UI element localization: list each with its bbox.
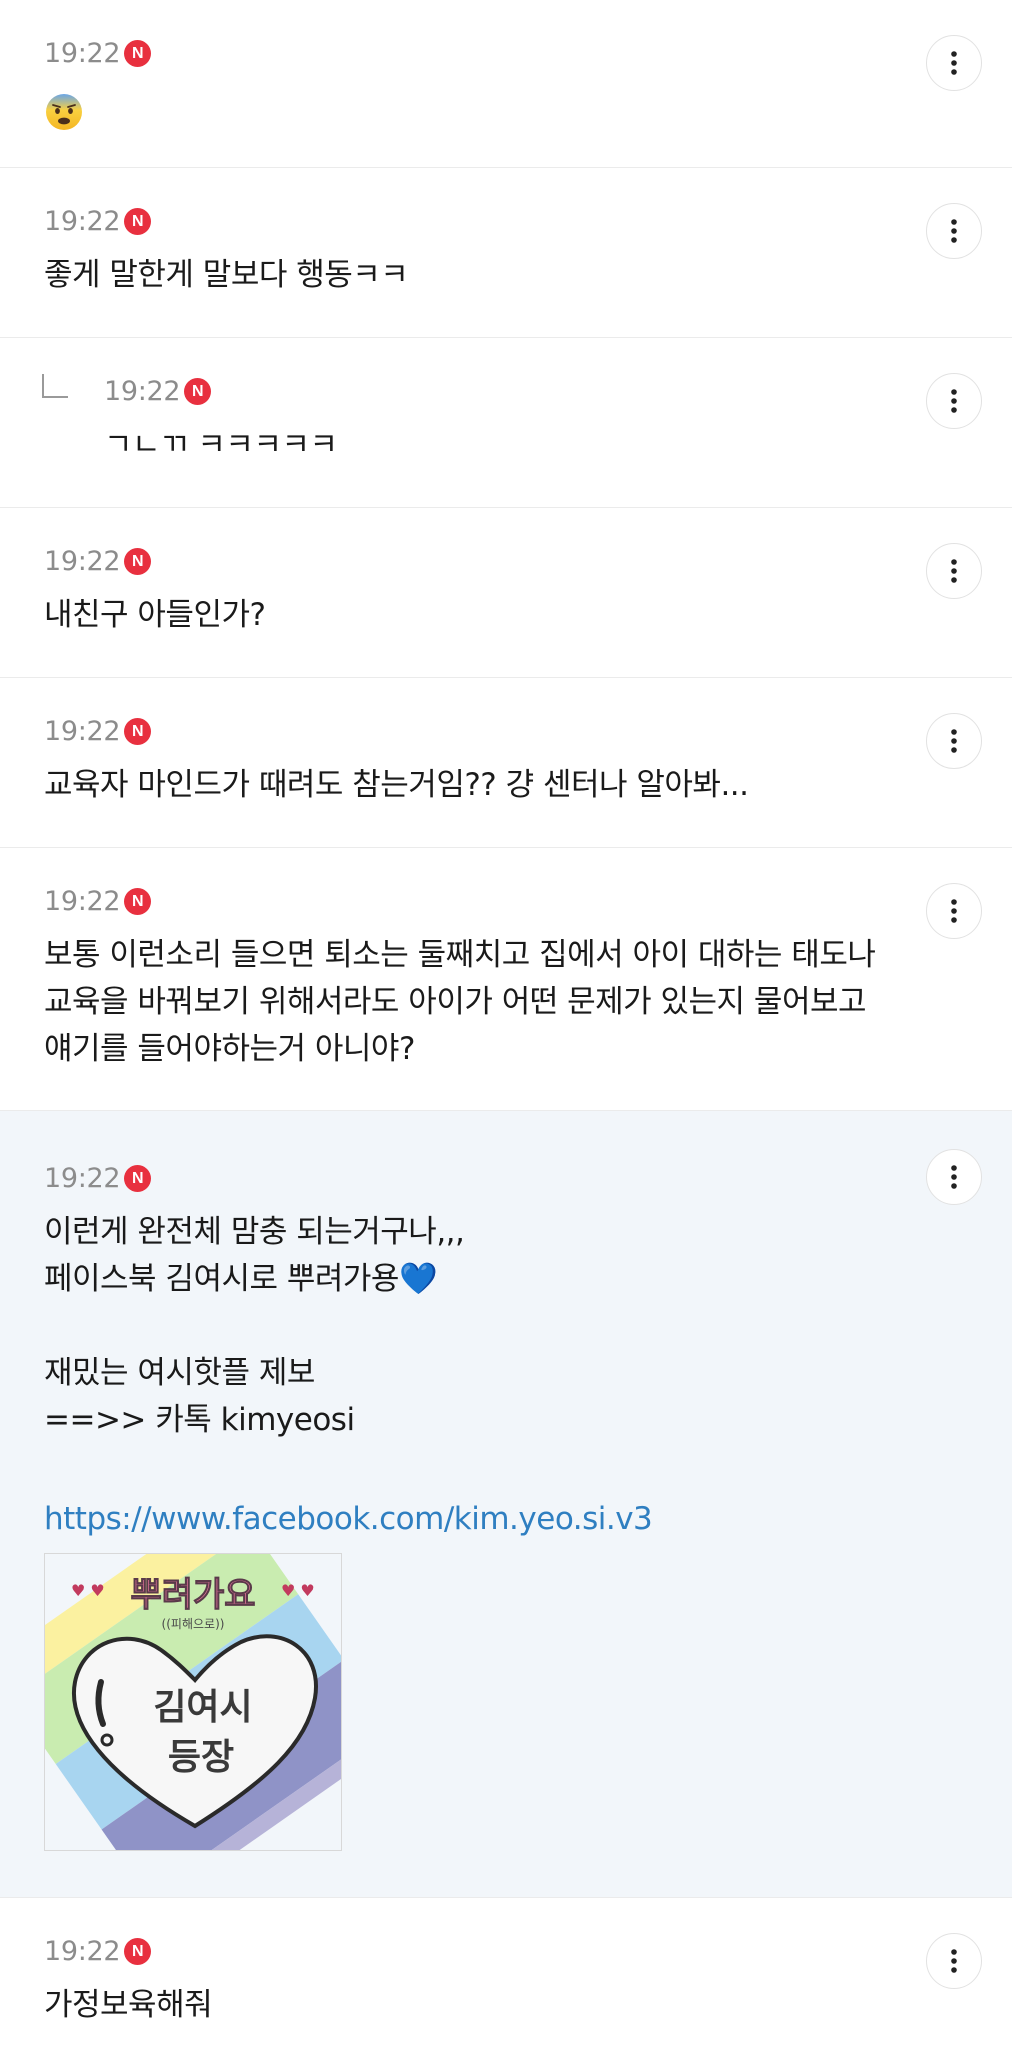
comment-time: 19:22 [104, 376, 181, 407]
comment-text: 이런게 완전체 맘충 되는거구나,,, 페이스북 김여시로 뿌려가용💙 재밌는 … [44, 1214, 465, 1438]
facebook-link[interactable]: https://www.facebook.com/kim.yeo.si.v3 [44, 1496, 653, 1543]
comment-text: 교육자 마인드가 때려도 참는거임?? 걍 센터나 알아봐... [44, 767, 749, 803]
new-badge-icon: N [124, 888, 152, 915]
comment-item: 19:22 N 교육자 마인드가 때려도 참는거임?? 걍 센터나 알아봐... [0, 678, 1012, 848]
comment-meta: 19:22 N [44, 546, 152, 577]
new-badge-icon: N [184, 378, 212, 405]
comment-meta: 19:22 N [44, 716, 152, 747]
sticker-line1: 김여시 [153, 1687, 252, 1728]
comment-text: 가정보육해줘 [44, 1987, 213, 2023]
comment-item: 19:22 N 😨 [0, 0, 1012, 168]
comment-time: 19:22 [44, 1936, 121, 1967]
more-options-button[interactable] [926, 1149, 982, 1205]
comment-item: 19:22 N 내친구 아들인가? [0, 508, 1012, 678]
comment-meta: 19:22 N [104, 376, 212, 407]
more-options-button[interactable] [926, 1933, 982, 1989]
comment-text: 내친구 아들인가? [44, 597, 266, 633]
more-options-button[interactable] [926, 35, 982, 91]
new-badge-icon: N [124, 1938, 152, 1965]
comment-meta: 19:22 N [44, 886, 152, 917]
more-vertical-icon [951, 559, 957, 583]
comment-time: 19:22 [44, 1163, 121, 1194]
reply-arrow-icon [42, 374, 68, 398]
comment-time: 19:22 [44, 206, 121, 237]
promo-comment-item: 19:22 N 이런게 완전체 맘충 되는거구나,,, 페이스북 김여시로 뿌려… [0, 1111, 1012, 1898]
comment-meta: 19:22 N [44, 1936, 152, 1967]
comment-time: 19:22 [44, 886, 121, 917]
more-options-button[interactable] [926, 203, 982, 259]
more-vertical-icon [951, 729, 957, 753]
comment-time: 19:22 [44, 38, 121, 69]
new-badge-icon: N [124, 1165, 152, 1192]
comment-time: 19:22 [44, 546, 121, 577]
fearful-face-emoji: 😨 [44, 92, 84, 136]
comment-item: 19:22 N 가정보육해줘 [0, 1898, 1012, 2058]
svg-text:♥ ♥: ♥ ♥ [281, 1581, 315, 1600]
comment-meta: 19:22 N [44, 1163, 152, 1194]
more-vertical-icon [951, 899, 957, 923]
new-badge-icon: N [124, 208, 152, 235]
sticker-image: 뿌려가요 ((피해으로)) ♥ ♥ ♥ ♥ 김여시 등장 [44, 1553, 342, 1851]
new-badge-icon: N [124, 718, 152, 745]
comment-item: 19:22 N 좋게 말한게 말보다 행동ㅋㅋ [0, 168, 1012, 338]
new-badge-icon: N [124, 548, 152, 575]
svg-text:♥ ♥: ♥ ♥ [71, 1581, 105, 1600]
new-badge-icon: N [124, 40, 152, 67]
comment-time: 19:22 [44, 716, 121, 747]
comment-text: 좋게 말한게 말보다 행동ㅋㅋ [44, 257, 409, 293]
sticker-title: 뿌려가요 [130, 1575, 255, 1615]
sticker-line2: 등장 [168, 1737, 234, 1778]
more-vertical-icon [951, 389, 957, 413]
more-vertical-icon [951, 219, 957, 243]
comment-item: 19:22 N 보통 이런소리 들으면 퇴소는 둘째치고 집에서 아이 대하는 … [0, 848, 1012, 1111]
more-options-button[interactable] [926, 543, 982, 599]
more-vertical-icon [951, 1165, 957, 1189]
reply-comment-item: 19:22 N ㄱㄴㄲ ㅋㅋㅋㅋㅋ [0, 338, 1012, 508]
comment-text: ㄱㄴㄲ ㅋㅋㅋㅋㅋ [104, 427, 338, 463]
more-vertical-icon [951, 51, 957, 75]
more-options-button[interactable] [926, 883, 982, 939]
more-options-button[interactable] [926, 373, 982, 429]
comment-text: 보통 이런소리 들으면 퇴소는 둘째치고 집에서 아이 대하는 태도나 교육을 … [44, 937, 876, 1067]
more-vertical-icon [951, 1949, 957, 1973]
comment-meta: 19:22 N [44, 38, 152, 69]
sticker-subtitle: ((피해으로)) [162, 1617, 225, 1631]
more-options-button[interactable] [926, 713, 982, 769]
comment-meta: 19:22 N [44, 206, 152, 237]
